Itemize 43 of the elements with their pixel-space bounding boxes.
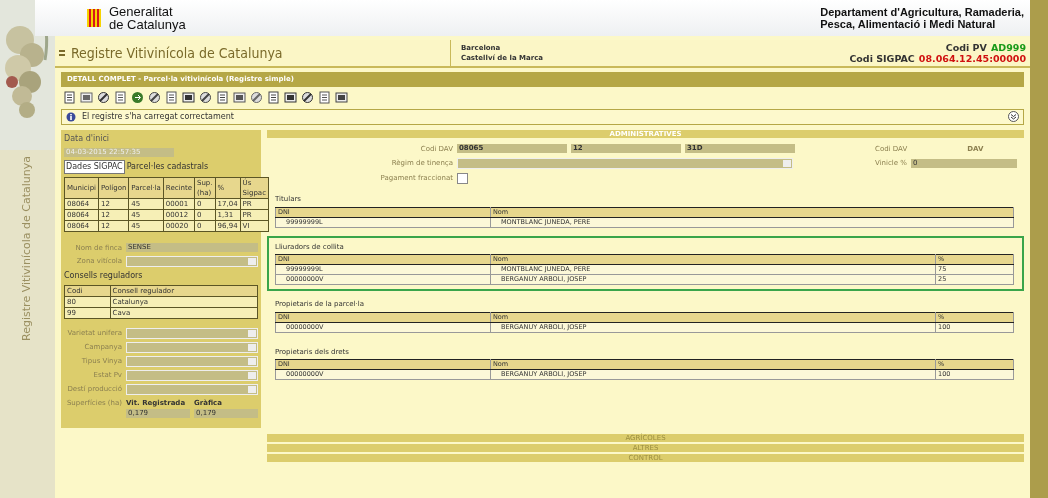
collapse-icon[interactable] [1008,111,1019,122]
toolbar-icon[interactable] [250,91,263,104]
toolbar-icon[interactable] [165,91,178,104]
toolbar-icon[interactable] [131,91,144,104]
bullet-icon [59,50,65,56]
checkbox[interactable] [457,173,468,184]
toolbar-icon[interactable] [63,91,76,104]
tab[interactable]: Parcel·les cadastrals [124,159,211,174]
department-name: Departament d'Agricultura, Ramaderia, Pesca, Alimentació i Medi Natural [820,6,1024,30]
tab[interactable]: Dades SIGPAC [64,159,125,174]
logo-text: Generalitat de Catalunya [109,5,186,31]
dropdown-field[interactable] [126,356,258,367]
code-label: Codi SIGPAC [849,53,915,64]
scrollbar[interactable] [1030,0,1048,498]
toolbar-icon[interactable] [97,91,110,104]
toolbar-icon[interactable] [284,91,297,104]
side-title: Registre Vitivinícola de Catalunya [19,156,35,341]
toolbar-icon[interactable] [80,91,93,104]
status-message: El registre s'ha carregat correctament [82,110,235,123]
app-title: Registre Vitivinícola de Catalunya [71,43,283,63]
toolbar-icon[interactable] [182,91,195,104]
date-label: Data d'inici [64,132,111,145]
toolbar-icon[interactable] [301,91,314,104]
code-value: AD999 [990,42,1026,53]
dropdown-field[interactable] [126,342,258,353]
section-title: Consells reguladors [64,270,144,282]
toolbar-icon[interactable] [114,91,127,104]
toolbar-icon[interactable] [318,91,331,104]
dropdown-field[interactable] [457,158,793,169]
dropdown-field[interactable] [126,384,258,395]
dropdown-field[interactable] [126,370,258,381]
dropdown-field[interactable] [126,328,258,339]
toolbar-icon[interactable] [233,91,246,104]
toolbar-icon[interactable] [148,91,161,104]
dropdown-field[interactable] [126,256,258,267]
code-value: 08.064.12.45:00000 [918,53,1026,64]
toolbar-icon[interactable] [216,91,229,104]
code-label: Codi PV [945,42,987,53]
logo-icon [87,9,101,27]
toolbar-icon[interactable] [267,91,280,104]
info-icon [66,111,76,122]
toolbar-icon[interactable] [335,91,348,104]
toolbar-icon[interactable] [199,91,212,104]
